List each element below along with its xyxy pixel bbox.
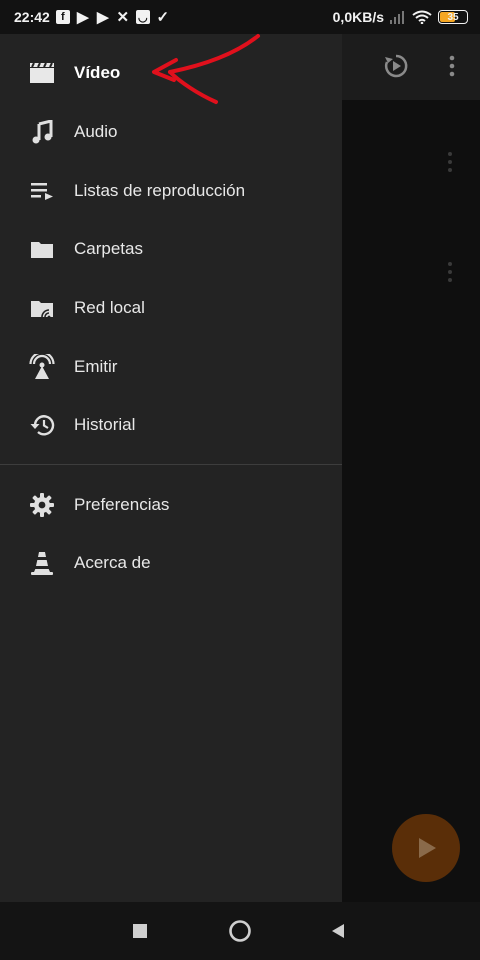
- back-button[interactable]: [324, 917, 352, 945]
- video-clapper-icon: [28, 59, 56, 87]
- drawer-item-label: Historial: [74, 415, 136, 434]
- home-button[interactable]: [226, 917, 254, 945]
- drawer-item-label: Listas de reproducción: [74, 181, 246, 200]
- drawer-item-label: Audio: [74, 122, 118, 141]
- music-note-icon: [28, 118, 56, 146]
- item-more-icon[interactable]: [444, 260, 456, 284]
- drawer-divider: [0, 464, 342, 465]
- vlc-cone-icon: [28, 549, 56, 577]
- youtube-icon: ▶: [97, 9, 109, 26]
- network-folder-icon: [28, 294, 56, 322]
- drawer-item-label: Carpetas: [74, 239, 143, 258]
- check-icon: ✓: [156, 9, 170, 26]
- drawer-item-audio[interactable]: Audio: [0, 103, 342, 161]
- battery-level: 35: [447, 11, 459, 23]
- navigation-drawer: Vídeo Audio Listas de reproducción Carpe…: [0, 34, 342, 902]
- drawer-item-label: Emitir: [74, 357, 118, 376]
- folder-icon: [28, 235, 56, 263]
- system-navigation-bar: [0, 902, 480, 960]
- smile-icon: ◡: [135, 10, 150, 24]
- square-icon: [133, 924, 147, 938]
- drawer-item-playlists[interactable]: Listas de reproducción: [0, 162, 342, 220]
- gear-icon: [28, 491, 56, 519]
- clock: 22:42: [14, 9, 50, 25]
- item-more-icon[interactable]: [444, 150, 456, 174]
- play-icon: [419, 838, 436, 858]
- playlist-icon: [28, 177, 56, 205]
- drawer-item-preferences[interactable]: Preferencias: [0, 476, 342, 534]
- resume-playback-icon[interactable]: [382, 52, 410, 80]
- overflow-menu-icon[interactable]: [444, 52, 460, 80]
- facebook-icon: f: [55, 10, 70, 24]
- net-speed: 0,0KB/s: [332, 9, 384, 25]
- drawer-item-label: Red local: [74, 298, 145, 317]
- drawer-item-about[interactable]: Acerca de: [0, 534, 342, 592]
- wifi-icon: [412, 10, 432, 24]
- youtube-icon: ▶: [77, 9, 89, 26]
- drawer-item-cast[interactable]: Emitir: [0, 338, 342, 396]
- signal-icon: [390, 11, 404, 24]
- broadcast-icon: [28, 353, 56, 381]
- battery-icon: 35: [438, 10, 468, 24]
- drawer-item-history[interactable]: Historial: [0, 396, 342, 454]
- drawer-item-local-network[interactable]: Red local: [0, 279, 342, 337]
- circle-icon: [229, 920, 251, 942]
- x-icon: ✕: [116, 9, 130, 26]
- annotation-arrow-icon: [152, 34, 260, 104]
- drawer-item-label: Preferencias: [74, 495, 170, 514]
- drawer-item-folders[interactable]: Carpetas: [0, 220, 342, 278]
- play-fab-button[interactable]: [392, 814, 460, 882]
- history-icon: [28, 411, 56, 439]
- status-bar: 22:42 f ▶ ▶ ✕ ◡ ✓ 0,0KB/s 35: [0, 0, 480, 34]
- recents-button[interactable]: [126, 917, 154, 945]
- drawer-item-label: Acerca de: [74, 553, 151, 572]
- triangle-back-icon: [332, 924, 344, 938]
- drawer-item-label: Vídeo: [74, 63, 121, 82]
